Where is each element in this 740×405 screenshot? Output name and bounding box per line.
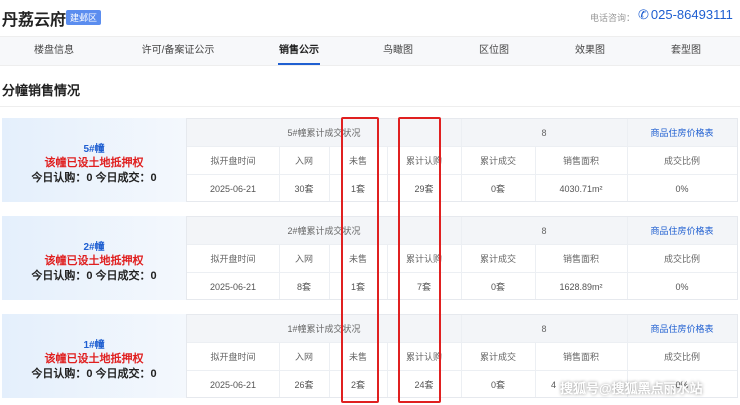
value-cell: 0% (675, 282, 689, 292)
subscribed-column-highlight (398, 117, 441, 403)
tab-renderings[interactable]: 效果图 (566, 37, 614, 65)
source-watermark: 搜狐号@搜狐黑点丽水站 (560, 381, 703, 396)
value-cell: 0% (675, 184, 689, 194)
today-stats: 今日认购：0 今日成交：0 (31, 172, 157, 184)
column-divider (461, 315, 462, 397)
header-cell: 累计成交 (479, 156, 516, 166)
header-cell: 销售面积 (562, 254, 599, 264)
column-divider (387, 245, 388, 299)
column-divider (461, 217, 462, 299)
header-cell: 入网 (294, 156, 313, 166)
building-card: 5#幢 该幢已设土地抵押权 今日认购：0 今日成交：0 (2, 118, 186, 202)
summary-value: 8 (541, 324, 547, 334)
price-table-link[interactable]: 商品住房价格表 (627, 119, 737, 147)
summary-value: 8 (541, 226, 547, 236)
column-divider (535, 343, 536, 397)
header-cell: 成交比例 (663, 156, 700, 166)
header-cell: 入网 (294, 254, 313, 264)
value-cell: 2025-06-21 (209, 282, 257, 292)
header-cell: 销售面积 (562, 156, 599, 166)
table-summary-row: 1#幢累计成交状况 8 商品住房价格表 (187, 315, 737, 343)
tab-sales[interactable]: 销售公示 (270, 37, 328, 65)
column-divider (329, 147, 330, 201)
page-header: 丹荔云府 建邺区 电话咨询： ✆ 025-86493111 (0, 0, 740, 32)
header-cell: 拟开盘时间 (210, 352, 256, 362)
active-tab-indicator (278, 63, 320, 65)
building-name[interactable]: 2#幢 (2, 238, 186, 253)
value-cell: 0套 (490, 184, 505, 194)
district-badge: 建邺区 (66, 10, 102, 25)
value-cell: 30套 (294, 184, 314, 194)
column-divider (387, 343, 388, 397)
table-summary-row: 5#幢累计成交状况 8 商品住房价格表 (187, 119, 737, 147)
header-cell: 拟开盘时间 (210, 156, 256, 166)
tab-location[interactable]: 区位图 (470, 37, 518, 65)
building-card: 2#幢 该幢已设土地抵押权 今日认购：0 今日成交：0 (2, 216, 186, 300)
table-header-row: 拟开盘时间 入网 未售 累计认购 累计成交 销售面积 成交比例 (187, 245, 737, 273)
today-stats: 今日认购：0 今日成交：0 (31, 368, 157, 380)
value-cell: 2025-06-21 (209, 184, 257, 194)
column-divider (329, 343, 330, 397)
column-divider (535, 245, 536, 299)
value-cell: 4030.71m² (559, 184, 603, 194)
header-cell: 成交比例 (663, 254, 700, 264)
summary-value: 8 (541, 128, 547, 138)
value-cell: 2025-06-21 (209, 380, 257, 390)
mortgage-notice: 该幢已设土地抵押权 (44, 353, 144, 365)
column-divider (461, 119, 462, 201)
mortgage-notice: 该幢已设土地抵押权 (44, 157, 144, 169)
tab-floorplans[interactable]: 套型图 (662, 37, 710, 65)
price-table-link[interactable]: 商品住房价格表 (627, 315, 737, 343)
unsold-column-highlight (341, 117, 379, 403)
section-title: 分幢销售情况 (2, 83, 81, 98)
column-divider (627, 217, 628, 299)
column-divider (279, 147, 280, 201)
value-cell: 8套 (296, 282, 311, 292)
value-cell: 0套 (490, 380, 505, 390)
today-stats: 今日认购：0 今日成交：0 (31, 270, 157, 282)
phone-icon: ✆ (638, 7, 649, 22)
header-cell: 成交比例 (663, 352, 700, 362)
column-divider (387, 147, 388, 201)
column-divider (279, 343, 280, 397)
header-cell: 销售面积 (562, 352, 599, 362)
section-divider (0, 106, 740, 107)
table-summary-row: 2#幢累计成交状况 8 商品住房价格表 (187, 217, 737, 245)
tab-aerial[interactable]: 鸟瞰图 (374, 37, 422, 65)
column-divider (279, 245, 280, 299)
value-cell: 1628.89m² (559, 282, 603, 292)
building-name[interactable]: 5#幢 (2, 140, 186, 155)
column-divider (627, 119, 628, 201)
column-divider (535, 147, 536, 201)
price-table-link[interactable]: 商品住房价格表 (627, 217, 737, 245)
building-card: 1#幢 该幢已设土地抵押权 今日认购：0 今日成交：0 (2, 314, 186, 398)
tab-permits[interactable]: 许可/备案证公示 (130, 37, 226, 65)
header-cell: 入网 (294, 352, 313, 362)
table-row: 2025-06-21 30套 1套 29套 0套 4030.71m² 0% (187, 175, 737, 201)
column-divider (329, 245, 330, 299)
header-cell: 累计成交 (479, 254, 516, 264)
header-cell: 拟开盘时间 (210, 254, 256, 264)
value-cell: 26套 (294, 380, 314, 390)
table-header-row: 拟开盘时间 入网 未售 累计认购 累计成交 销售面积 成交比例 (187, 147, 737, 175)
sales-table: 2#幢累计成交状况 8 商品住房价格表 拟开盘时间 入网 未售 累计认购 累计成… (186, 216, 738, 300)
project-title: 丹荔云府 (2, 12, 67, 29)
tel-number: 025-86493111 (650, 7, 733, 22)
table-header-row: 拟开盘时间 入网 未售 累计认购 累计成交 销售面积 成交比例 (187, 343, 737, 371)
sales-table: 5#幢累计成交状况 8 商品住房价格表 拟开盘时间 入网 未售 累计认购 累计成… (186, 118, 738, 202)
nav-bar: 楼盘信息 许可/备案证公示 销售公示 鸟瞰图 区位图 效果图 套型图 (0, 36, 740, 66)
tel-link[interactable]: ✆ 025-86493111 (638, 7, 733, 23)
value-cell: 0套 (490, 282, 505, 292)
building-name[interactable]: 1#幢 (2, 336, 186, 351)
tel-label: 电话咨询： (590, 13, 636, 23)
tab-project-info[interactable]: 楼盘信息 (22, 37, 86, 65)
mortgage-notice: 该幢已设土地抵押权 (44, 255, 144, 267)
table-row: 2025-06-21 8套 1套 7套 0套 1628.89m² 0% (187, 273, 737, 299)
header-cell: 累计成交 (479, 352, 516, 362)
